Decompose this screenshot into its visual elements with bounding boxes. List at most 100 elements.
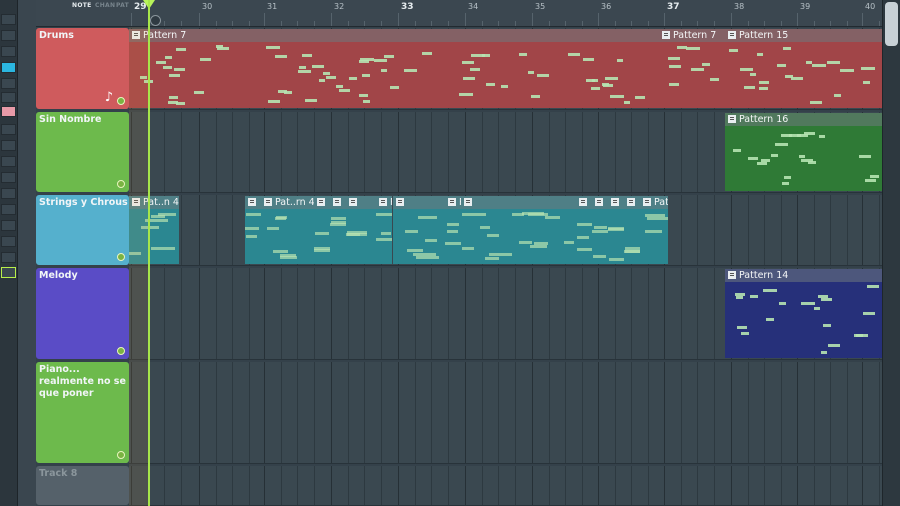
note-mark bbox=[362, 100, 370, 104]
pattern-clip[interactable]: Pattern 4 bbox=[445, 196, 461, 264]
pattern-icon[interactable] bbox=[264, 198, 272, 206]
pattern-icon[interactable] bbox=[333, 198, 341, 206]
pattern-icon[interactable] bbox=[579, 198, 587, 206]
pattern-icon[interactable] bbox=[349, 198, 357, 206]
ruler-tick bbox=[264, 13, 265, 26]
pattern-icon[interactable] bbox=[728, 31, 736, 39]
pattern-icon[interactable] bbox=[448, 198, 456, 206]
note-mark bbox=[168, 101, 178, 105]
grid-line bbox=[647, 362, 649, 463]
track-header[interactable]: Melody bbox=[36, 268, 129, 359]
track-header[interactable]: Strings y Chrous bbox=[36, 195, 129, 265]
strip-button[interactable] bbox=[1, 124, 16, 135]
note-mark bbox=[567, 53, 581, 57]
pattern-clip[interactable] bbox=[314, 196, 330, 264]
pattern-icon[interactable] bbox=[728, 115, 736, 123]
pattern-clip[interactable] bbox=[245, 196, 261, 264]
note-mark bbox=[305, 98, 317, 102]
track-lane[interactable] bbox=[129, 362, 897, 464]
track-enable-icon[interactable] bbox=[117, 180, 125, 188]
pattern-clip[interactable]: Pattern 7 bbox=[659, 29, 725, 108]
pattern-icon[interactable] bbox=[728, 271, 736, 279]
note-mark bbox=[349, 76, 357, 80]
strip-button[interactable] bbox=[1, 252, 16, 263]
track-header[interactable]: Drums ♪ bbox=[36, 28, 129, 109]
track-lane[interactable] bbox=[129, 466, 897, 506]
note-mark bbox=[592, 255, 607, 259]
strip-button[interactable] bbox=[1, 220, 16, 231]
pattern-icon[interactable] bbox=[611, 198, 619, 206]
pattern-icon[interactable] bbox=[595, 198, 603, 206]
playhead-line[interactable] bbox=[148, 0, 150, 506]
note-mark bbox=[834, 94, 842, 98]
strip-button[interactable] bbox=[1, 46, 16, 57]
track-enable-icon[interactable] bbox=[117, 451, 125, 459]
bar-number: 40 bbox=[865, 2, 876, 11]
grid-line bbox=[232, 362, 234, 463]
mode-note[interactable]: NOTE bbox=[72, 2, 92, 9]
mode-pat[interactable]: PAT bbox=[116, 2, 129, 9]
pattern-clip[interactable]: Pattern 16 bbox=[725, 113, 882, 191]
strip-selected[interactable] bbox=[1, 267, 16, 278]
scrollbar-thumb[interactable] bbox=[885, 2, 898, 46]
pattern-icon[interactable] bbox=[643, 198, 651, 206]
target-icon[interactable] bbox=[150, 15, 161, 26]
vertical-scrollbar[interactable] bbox=[882, 0, 900, 506]
track-enable-icon[interactable] bbox=[117, 253, 125, 261]
grid-line bbox=[180, 268, 182, 359]
pattern-clip[interactable]: Pattern 14 bbox=[725, 269, 882, 358]
pattern-clip[interactable] bbox=[393, 196, 445, 264]
note-mark bbox=[685, 47, 700, 51]
pattern-clip[interactable] bbox=[330, 196, 346, 264]
ruler-tick bbox=[631, 21, 633, 26]
note-mark bbox=[783, 176, 791, 180]
pattern-clip[interactable]: Pattern 7 bbox=[129, 29, 662, 108]
pattern-clip[interactable] bbox=[608, 196, 624, 264]
strip-indicator-pink[interactable] bbox=[1, 106, 16, 117]
strip-button[interactable] bbox=[1, 92, 16, 103]
grid-line bbox=[747, 466, 749, 505]
track-lane[interactable]: Pattern 7 Pattern 7 Pattern 15 bbox=[129, 28, 897, 110]
strip-button[interactable] bbox=[1, 156, 16, 167]
track-enable-icon[interactable] bbox=[117, 347, 125, 355]
strip-button[interactable] bbox=[1, 188, 16, 199]
pattern-clip[interactable] bbox=[592, 196, 608, 264]
track-lane[interactable]: Pattern 14 bbox=[129, 268, 897, 360]
track-header[interactable]: Sin Nombre bbox=[36, 112, 129, 192]
ruler-tick bbox=[431, 21, 433, 26]
pattern-icon[interactable] bbox=[317, 198, 325, 206]
note-mark bbox=[798, 155, 805, 159]
track-lane[interactable]: Pattern 16 bbox=[129, 112, 897, 193]
pattern-icon[interactable] bbox=[379, 198, 387, 206]
strip-indicator-blue[interactable] bbox=[1, 62, 16, 73]
track-lane[interactable]: Pat..n 4Pat..rn 4Pat..rn 4Pattern 4Patte… bbox=[129, 195, 897, 266]
strip-button[interactable] bbox=[1, 78, 16, 89]
strip-button[interactable] bbox=[1, 204, 16, 215]
pattern-clip[interactable]: Pattern 15 bbox=[725, 29, 882, 108]
pattern-clip[interactable]: Pat..rn 4 bbox=[376, 196, 392, 264]
pattern-icon[interactable] bbox=[248, 198, 256, 206]
pattern-clip[interactable] bbox=[576, 196, 592, 264]
pattern-clip[interactable] bbox=[461, 196, 576, 264]
pattern-icon[interactable] bbox=[662, 31, 670, 39]
track-header[interactable]: Track 8 bbox=[36, 466, 129, 505]
strip-button[interactable] bbox=[1, 14, 16, 25]
strip-button[interactable] bbox=[1, 172, 16, 183]
track-enable-icon[interactable] bbox=[117, 97, 125, 105]
mode-chan[interactable]: CHAN bbox=[95, 2, 115, 9]
pattern-icon[interactable] bbox=[464, 198, 472, 206]
pattern-clip[interactable]: Pat..rn 4 bbox=[261, 196, 314, 264]
pattern-clip[interactable]: Pattern 6 bbox=[640, 196, 668, 264]
note-mark bbox=[777, 63, 786, 67]
strip-button[interactable] bbox=[1, 236, 16, 247]
pattern-icon[interactable] bbox=[396, 198, 404, 206]
note-mark bbox=[358, 60, 369, 64]
pattern-clip[interactable] bbox=[346, 196, 376, 264]
pattern-icon[interactable] bbox=[627, 198, 635, 206]
note-mark bbox=[169, 96, 179, 100]
note-mark bbox=[417, 215, 438, 219]
strip-button[interactable] bbox=[1, 30, 16, 41]
track-header[interactable]: Piano... realmente no se que poner bbox=[36, 362, 129, 463]
strip-button[interactable] bbox=[1, 140, 16, 151]
pattern-clip[interactable] bbox=[624, 196, 640, 264]
